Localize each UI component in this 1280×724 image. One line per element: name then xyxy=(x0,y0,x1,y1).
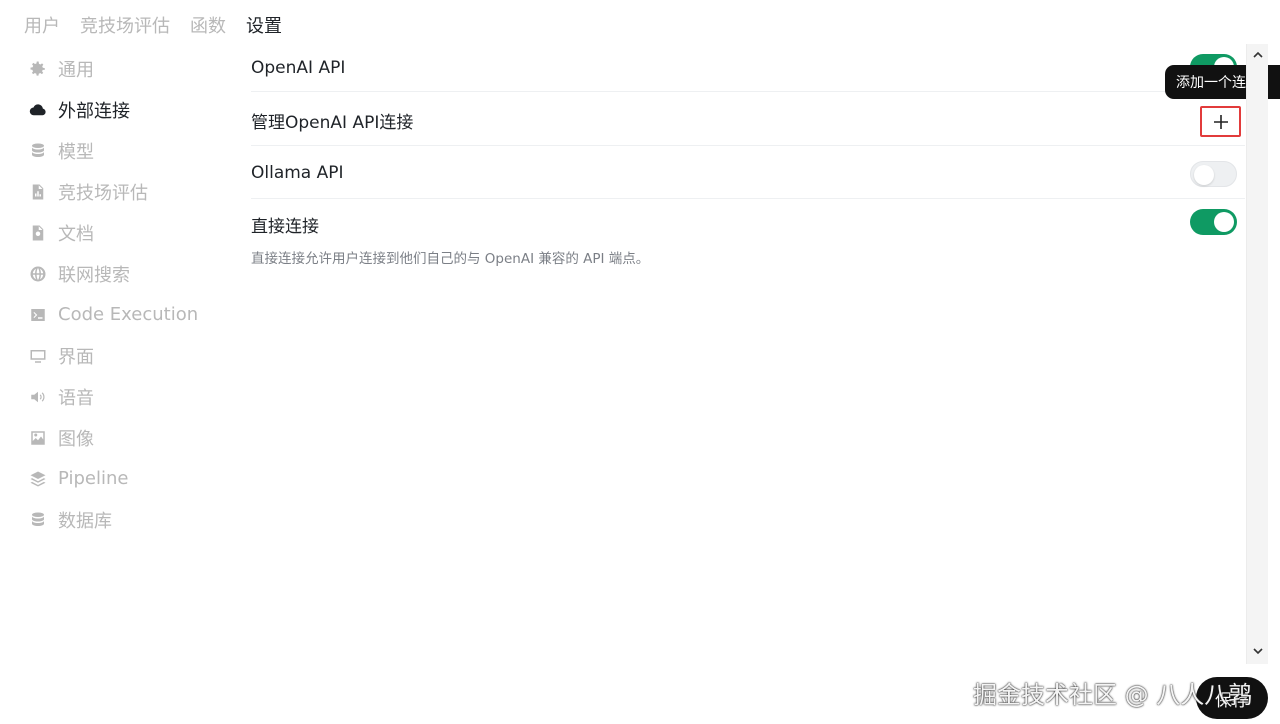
sidebar-item-audio[interactable]: 语音 xyxy=(28,376,228,417)
sidebar-item-label: 竞技场评估 xyxy=(58,182,148,204)
sidebar-item-code-execution[interactable]: Code Execution xyxy=(28,294,228,335)
sidebar-item-web-search[interactable]: 联网搜索 xyxy=(28,253,228,294)
sidebar-item-label: 外部连接 xyxy=(58,100,130,122)
sidebar-item-pipeline[interactable]: Pipeline xyxy=(28,458,228,499)
plus-icon xyxy=(1213,114,1228,129)
sidebar-item-label: 语音 xyxy=(58,387,94,409)
add-connection-button[interactable] xyxy=(1200,106,1241,137)
gear-icon xyxy=(28,59,48,79)
layers-icon xyxy=(28,469,48,489)
top-tabs: 用户 竞技场评估 函数 设置 xyxy=(24,12,282,38)
speaker-icon xyxy=(28,387,48,407)
sidebar-item-label: Code Execution xyxy=(58,304,199,325)
sidebar-item-interface[interactable]: 界面 xyxy=(28,335,228,376)
openai-api-row: OpenAI API xyxy=(251,44,1245,92)
settings-sidebar: 通用 外部连接 模型 竞技场评估 文档 联网搜索 Code Execution … xyxy=(28,48,228,540)
database-icon xyxy=(28,141,48,161)
scrollbar[interactable] xyxy=(1246,44,1268,664)
tab-settings[interactable]: 设置 xyxy=(246,12,282,38)
sidebar-item-label: 文档 xyxy=(58,223,94,245)
sidebar-item-label: 模型 xyxy=(58,141,94,163)
toggle-knob xyxy=(1214,212,1234,232)
manage-openai-label: 管理OpenAI API连接 xyxy=(251,113,414,133)
direct-connect-label: 直接连接 xyxy=(251,217,319,237)
sidebar-item-label: 联网搜索 xyxy=(58,264,130,286)
ollama-api-toggle[interactable] xyxy=(1190,161,1237,187)
sidebar-item-label: 图像 xyxy=(58,428,94,450)
toggle-knob xyxy=(1194,165,1214,185)
sidebar-item-label: Pipeline xyxy=(58,468,129,489)
scroll-up-icon[interactable] xyxy=(1251,48,1265,62)
sidebar-item-label: 界面 xyxy=(58,346,94,368)
watermark-text: 掘金技术社区 @ 八人八鹑 xyxy=(973,681,1253,709)
connections-panel: OpenAI API 管理OpenAI API连接 Ollama API 直接连… xyxy=(251,44,1245,269)
tab-arena[interactable]: 竞技场评估 xyxy=(80,12,170,38)
tab-users[interactable]: 用户 xyxy=(24,12,60,38)
image-icon xyxy=(28,428,48,448)
openai-api-label: OpenAI API xyxy=(251,58,346,78)
sidebar-item-documents[interactable]: 文档 xyxy=(28,212,228,253)
tab-functions[interactable]: 函数 xyxy=(190,12,226,38)
sidebar-item-database[interactable]: 数据库 xyxy=(28,499,228,540)
terminal-icon xyxy=(28,305,48,325)
ollama-api-row: Ollama API xyxy=(251,146,1245,199)
ollama-api-label: Ollama API xyxy=(251,163,344,183)
scroll-down-icon[interactable] xyxy=(1251,644,1265,658)
sidebar-item-general[interactable]: 通用 xyxy=(28,48,228,89)
direct-connect-toggle[interactable] xyxy=(1190,209,1237,235)
document-icon xyxy=(28,223,48,243)
monitor-icon xyxy=(28,346,48,366)
globe-icon xyxy=(28,264,48,284)
sidebar-item-label: 数据库 xyxy=(58,510,112,532)
sidebar-item-label: 通用 xyxy=(58,59,94,81)
database-icon xyxy=(28,510,48,530)
sidebar-item-images[interactable]: 图像 xyxy=(28,417,228,458)
sidebar-item-connections[interactable]: 外部连接 xyxy=(28,89,228,130)
sidebar-item-arena[interactable]: 竞技场评估 xyxy=(28,171,228,212)
direct-connect-description: 直接连接允许用户连接到他们自己的与 OpenAI 兼容的 API 端点。 xyxy=(251,251,650,267)
cloud-icon xyxy=(28,100,48,120)
direct-connect-row: 直接连接 直接连接允许用户连接到他们自己的与 OpenAI 兼容的 API 端点… xyxy=(251,199,1245,269)
sidebar-item-models[interactable]: 模型 xyxy=(28,130,228,171)
manage-openai-row: 管理OpenAI API连接 xyxy=(251,92,1245,146)
document-chart-icon xyxy=(28,182,48,202)
